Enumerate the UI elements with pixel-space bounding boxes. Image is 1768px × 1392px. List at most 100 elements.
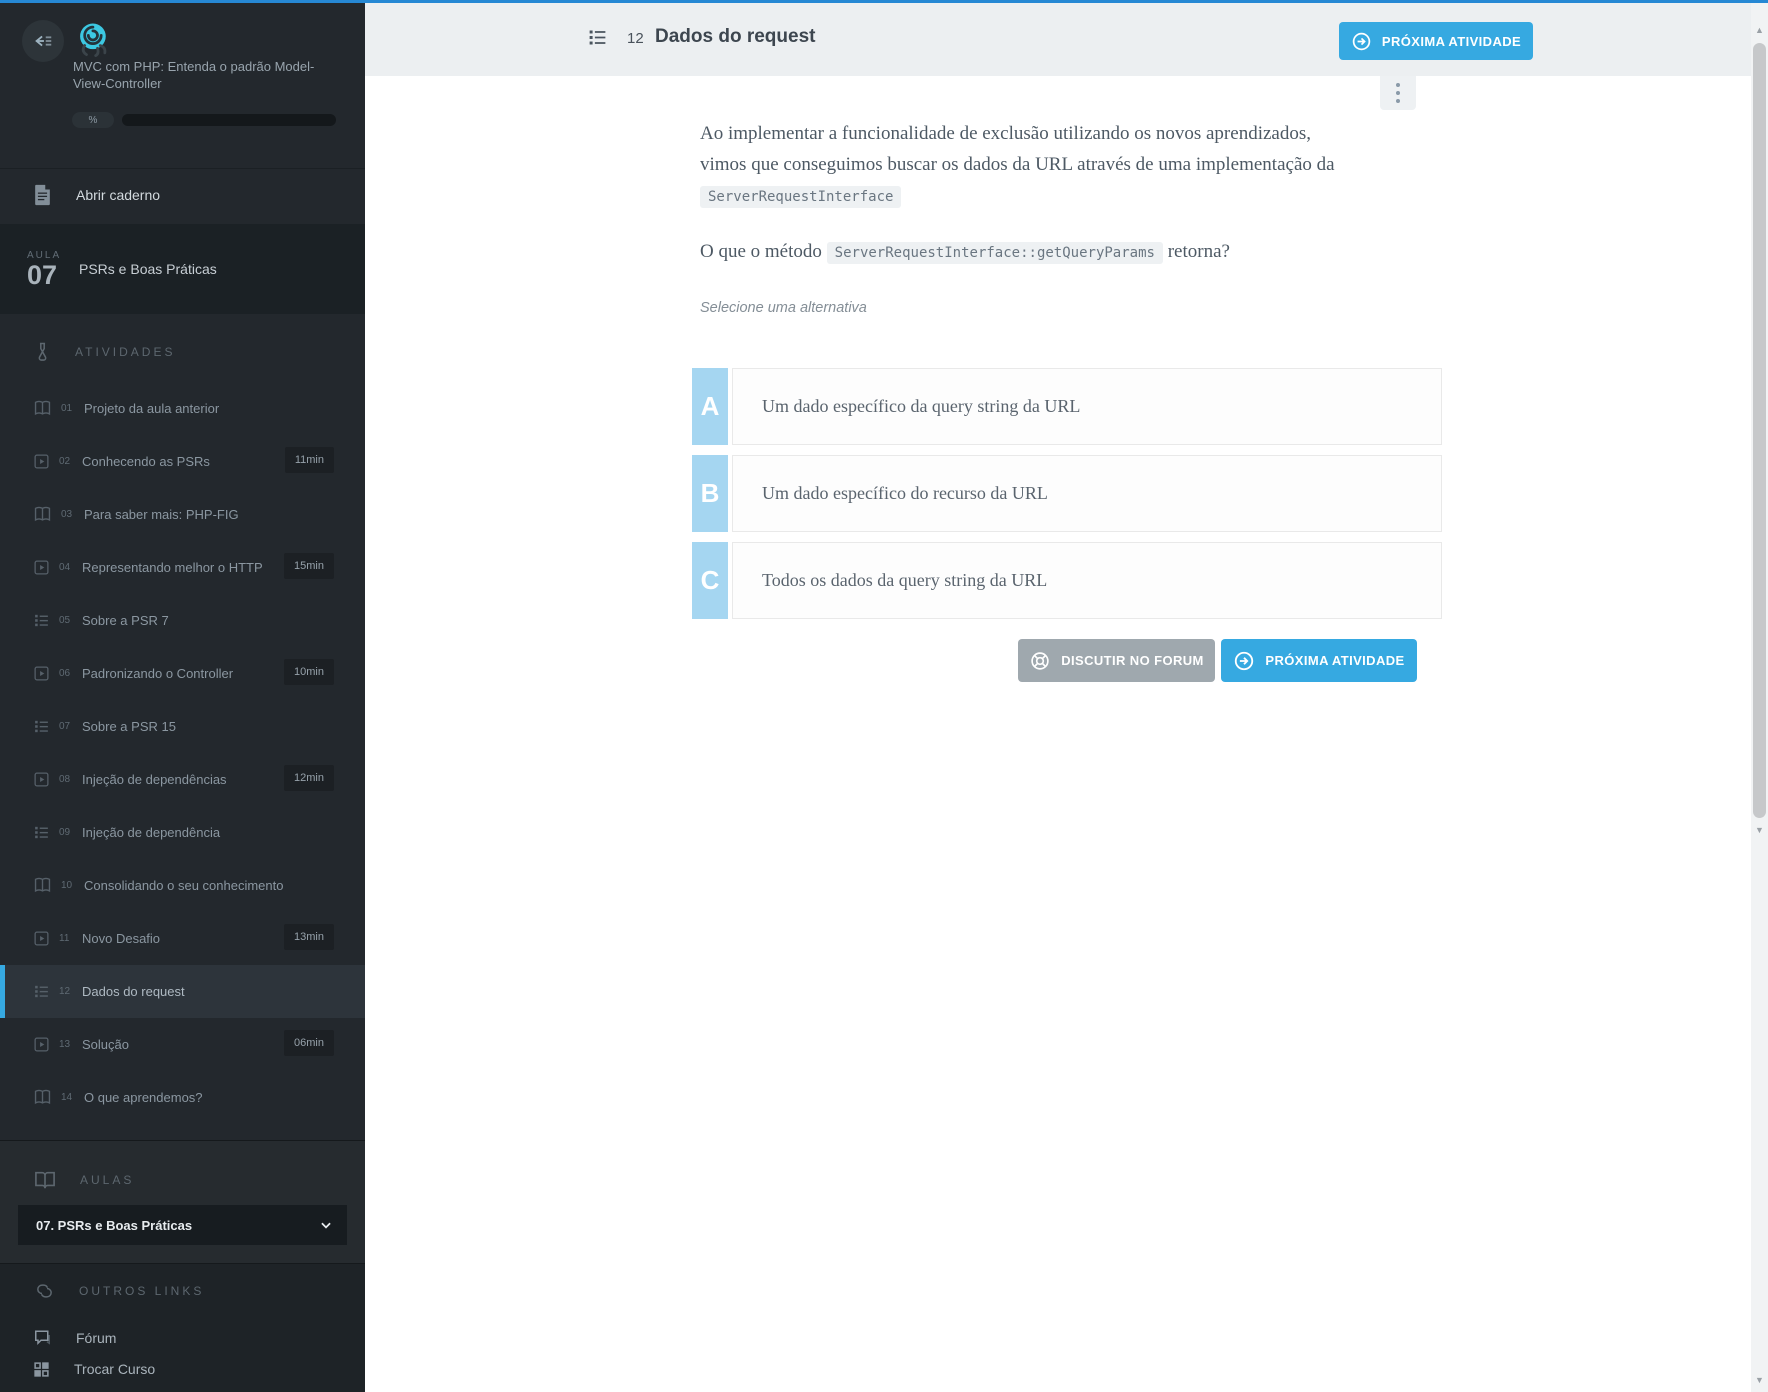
open-notebook-button[interactable]: Abrir caderno [0,168,365,220]
question-sentence: O que o método ServerRequestInterface::g… [700,241,1400,264]
activity-item-label: Injeção de dependência [82,825,221,840]
activity-duration-badge: 11min [284,447,334,473]
activity-item-number: 07 [59,721,71,732]
vertical-scrollbar[interactable]: ▲ ▼ ▼ [1751,3,1768,1392]
sidebar-activity-item[interactable]: 05 Sobre a PSR 7 [0,594,365,647]
chevron-down-icon [319,1218,333,1232]
list-icon [33,824,50,841]
arrow-right-circle-icon [1351,31,1372,52]
next-activity-button-top[interactable]: PRÓXIMA ATIVIDADE [1339,22,1533,60]
arrow-right-circle-icon [1233,650,1255,672]
activity-item-label: Projeto da aula anterior [84,401,220,416]
video-icon [33,665,50,682]
current-lesson-banner: AULA 07 PSRs e Boas Práticas [0,224,365,314]
activity-item-number: 14 [61,1092,73,1103]
scroll-down-arrow-icon-bottom[interactable]: ▼ [1753,1375,1766,1385]
question-text-3: retorna? [1162,241,1230,262]
option-text: Um dado específico do recurso da URL [762,483,1048,503]
course-title: MVC com PHP: Entenda o padrão Model-View… [73,59,315,91]
progress-percent-badge: % [72,112,114,128]
activity-item-label: Sobre a PSR 7 [82,613,169,628]
scrollbar-thumb[interactable] [1753,43,1766,818]
sidebar-collapse-button[interactable] [22,20,64,62]
notebook-icon [33,184,52,206]
course-sidebar: MVC com PHP: Entenda o padrão Model-View… [0,0,365,1392]
forum-label: Fórum [76,1330,117,1346]
course-logo-icon [70,18,114,62]
open-notebook-label: Abrir caderno [76,186,161,203]
code-span-method: ServerRequestInterface::getQueryParams [826,242,1163,264]
top-accent-line [0,0,1768,3]
list-icon [33,612,50,629]
aulas-section-header: AULAS [0,1160,365,1200]
scroll-up-arrow-icon[interactable]: ▲ [1753,25,1766,35]
answer-option-c[interactable]: C Todos os dados da query string da URL [692,542,1442,619]
activity-header: 12 Dados do request PRÓXIMA ATIVIDADE [365,3,1751,76]
other-links-label: OUTROS LINKS [79,1284,205,1298]
sidebar-activity-item[interactable]: 04 Representando melhor o HTTP 15min [0,541,365,594]
code-span: ServerRequestInterface [700,186,902,208]
option-letter-badge: C [692,542,728,619]
activity-number: 12 [627,30,644,47]
sidebar-activity-item[interactable]: 08 Injeção de dependências 12min [0,753,365,806]
sidebar-activity-item[interactable]: 09 Injeção de dependência [0,806,365,859]
activities-list: 01 Projeto da aula anterior 02 Conhecend… [0,382,365,1124]
lesson-number: 07 [27,259,58,290]
lesson-select-value: 07. PSRs e Boas Práticas [36,1217,193,1233]
option-letter-badge: A [692,368,728,445]
forum-link[interactable]: Fórum [0,1322,365,1354]
activity-item-number: 06 [59,668,71,679]
sidebar-activity-item[interactable]: 02 Conhecendo as PSRs 11min [0,435,365,488]
sidebar-activity-item[interactable]: 10 Consolidando o seu conhecimento [0,859,365,912]
activity-duration-badge: 15min [284,553,334,579]
option-letter-badge: B [692,455,728,532]
sidebar-activity-item[interactable]: 03 Para saber mais: PHP-FIG [0,488,365,541]
discuss-forum-button[interactable]: DISCUTIR NO FORUM [1018,639,1215,682]
lifebuoy-icon [1029,650,1051,672]
activity-item-number: 01 [61,403,73,414]
book-icon [33,877,52,894]
progress-bar [122,114,336,126]
answer-option-a[interactable]: A Um dado específico da query string da … [692,368,1442,445]
sidebar-activity-item[interactable]: 06 Padronizando o Controller 10min [0,647,365,700]
other-links-header: OUTROS LINKS [0,1275,365,1307]
switch-course-label: Trocar Curso [74,1361,156,1377]
video-icon [33,771,50,788]
sidebar-activity-item[interactable]: 11 Novo Desafio 13min [0,912,365,965]
activity-duration-badge: 06min [284,1030,334,1056]
lesson-select-dropdown[interactable]: 07. PSRs e Boas Práticas [18,1205,347,1245]
app-window: MVC com PHP: Entenda o padrão Model-View… [0,0,1768,1392]
next-activity-label-top: PRÓXIMA ATIVIDADE [1381,33,1522,49]
lesson-word: AULA [27,249,62,261]
question-text-2: O que o método [700,241,827,262]
sidebar-activity-item[interactable]: 13 Solução 06min [0,1018,365,1071]
more-options-button[interactable] [1380,76,1416,110]
switch-course-link[interactable]: Trocar Curso [0,1353,365,1385]
activity-item-label: Padronizando o Controller [82,666,234,681]
main-content: 12 Dados do request PRÓXIMA ATIVIDADE Ao… [365,0,1751,1392]
sidebar-activity-item[interactable]: 14 O que aprendemos? [0,1071,365,1124]
activity-item-number: 10 [61,880,73,891]
activity-item-number: 03 [61,509,73,520]
sidebar-activity-item[interactable]: 01 Projeto da aula anterior [0,382,365,435]
scroll-down-arrow-icon[interactable]: ▼ [1753,825,1766,835]
lesson-title: PSRs e Boas Práticas [79,261,217,277]
next-activity-label-bottom: PRÓXIMA ATIVIDADE [1265,653,1405,668]
activity-item-number: 12 [59,986,71,997]
sidebar-activity-item[interactable]: 12 Dados do request [0,965,365,1018]
activity-item-number: 11 [59,933,70,944]
sidebar-activity-item[interactable]: 07 Sobre a PSR 15 [0,700,365,753]
flask-icon [34,341,51,363]
activity-item-label: Injeção de dependências [82,772,227,787]
video-icon [33,1036,50,1053]
activity-item-number: 09 [59,827,71,838]
activity-item-label: Sobre a PSR 15 [82,719,176,734]
question-paragraph: Ao implementar a funcionalidade de exclu… [700,118,1360,213]
next-activity-button-bottom[interactable]: PRÓXIMA ATIVIDADE [1221,639,1417,682]
answer-option-b[interactable]: B Um dado específico do recurso da URL [692,455,1442,532]
collapse-sidebar-icon [32,30,54,52]
select-alternative-hint: Selecione uma alternativa [700,300,867,316]
activity-duration-badge: 13min [284,924,334,950]
activity-item-label: O que aprendemos? [84,1090,203,1105]
video-icon [33,453,50,470]
